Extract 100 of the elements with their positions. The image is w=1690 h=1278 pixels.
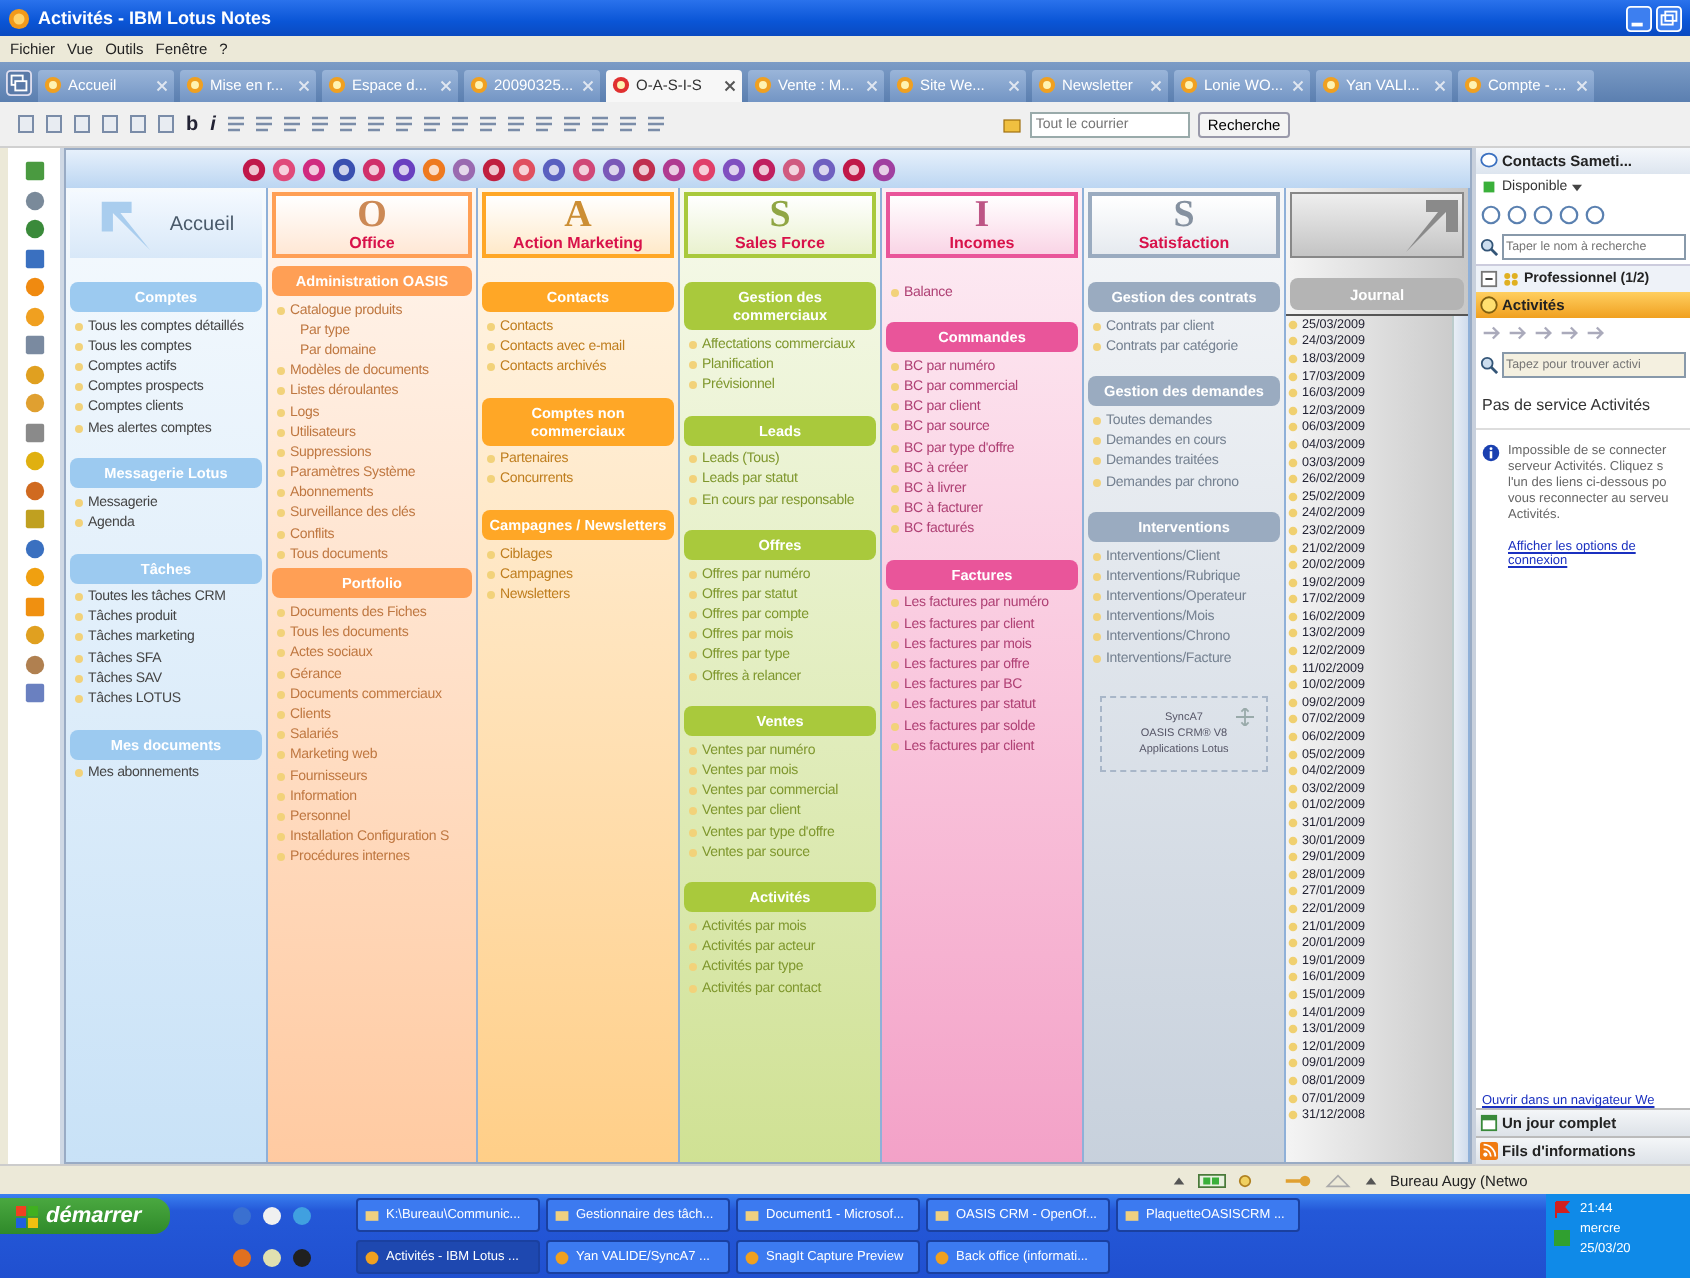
square-icon[interactable] bbox=[23, 421, 45, 443]
circle-icon[interactable] bbox=[23, 276, 45, 298]
close-icon[interactable] bbox=[724, 79, 736, 91]
restore-button[interactable] bbox=[1656, 5, 1682, 31]
format-button[interactable]: b bbox=[184, 113, 201, 135]
column-title[interactable]: Satisfaction bbox=[1138, 234, 1230, 252]
circle-icon[interactable] bbox=[571, 157, 595, 181]
format-icon[interactable] bbox=[365, 114, 386, 134]
square-icon[interactable] bbox=[23, 334, 45, 356]
arrow-icon[interactable] bbox=[1506, 322, 1528, 344]
column-title[interactable]: Incomes bbox=[949, 234, 1015, 252]
window-icon bbox=[934, 1207, 950, 1223]
circle-icon[interactable] bbox=[241, 157, 265, 181]
minimize-button[interactable] bbox=[1626, 5, 1652, 31]
folder-icon[interactable] bbox=[1001, 114, 1022, 134]
bullet-icon bbox=[688, 921, 698, 932]
bullet-icon bbox=[890, 639, 900, 650]
column-title[interactable]: Sales Force bbox=[735, 234, 825, 252]
feed-icon bbox=[1480, 1142, 1498, 1160]
tool-icon[interactable] bbox=[1506, 204, 1528, 226]
caret-icon[interactable] bbox=[1571, 183, 1582, 191]
tool-icon[interactable] bbox=[1480, 204, 1502, 226]
column-header[interactable]: A Action Marketing bbox=[482, 192, 674, 258]
circle-icon[interactable] bbox=[271, 157, 295, 181]
circle-icon[interactable] bbox=[601, 157, 625, 181]
square-icon[interactable] bbox=[23, 682, 45, 704]
format-icon[interactable] bbox=[561, 114, 582, 134]
circle-icon[interactable] bbox=[511, 157, 535, 181]
circle-icon[interactable] bbox=[691, 157, 715, 181]
bullet-icon bbox=[276, 791, 286, 802]
format-icon[interactable] bbox=[533, 114, 554, 134]
column-title[interactable]: Action Marketing bbox=[513, 234, 643, 252]
column-title[interactable]: Accueil bbox=[169, 216, 235, 234]
circle-icon[interactable] bbox=[781, 157, 805, 181]
circle-icon[interactable] bbox=[301, 157, 325, 181]
square-icon[interactable] bbox=[23, 595, 45, 617]
circle-icon[interactable] bbox=[361, 157, 385, 181]
column-header[interactable] bbox=[1290, 192, 1464, 258]
format-icon[interactable] bbox=[505, 114, 526, 134]
bullet-icon bbox=[688, 962, 698, 973]
format-icon[interactable] bbox=[309, 114, 330, 134]
bullet-icon bbox=[74, 517, 84, 528]
circle-icon[interactable] bbox=[23, 537, 45, 559]
format-icon[interactable] bbox=[617, 114, 638, 134]
circle-icon[interactable] bbox=[541, 157, 565, 181]
format-icon[interactable] bbox=[421, 114, 442, 134]
circle-icon[interactable] bbox=[23, 218, 45, 240]
column-header[interactable]: S Satisfaction bbox=[1088, 192, 1280, 258]
start-button[interactable]: démarrer bbox=[0, 1198, 170, 1234]
format-icon[interactable] bbox=[477, 114, 498, 134]
bullet-icon bbox=[1288, 921, 1298, 932]
windows-icon[interactable] bbox=[6, 69, 32, 95]
circle-icon[interactable] bbox=[841, 157, 865, 181]
circle-icon[interactable] bbox=[451, 157, 475, 181]
circle-icon[interactable] bbox=[751, 157, 775, 181]
tool-icon[interactable] bbox=[1532, 204, 1554, 226]
column-title[interactable]: Office bbox=[349, 234, 395, 252]
circle-icon[interactable] bbox=[391, 157, 415, 181]
format-icon[interactable] bbox=[253, 114, 274, 134]
bullet-icon bbox=[890, 402, 900, 413]
format-icon[interactable] bbox=[281, 114, 302, 134]
circle-icon[interactable] bbox=[631, 157, 655, 181]
scrollbar[interactable] bbox=[1452, 316, 1468, 1162]
collapse-icon[interactable] bbox=[1480, 270, 1498, 288]
circle-icon[interactable] bbox=[331, 157, 355, 181]
tool-icon[interactable] bbox=[1584, 204, 1606, 226]
up-arrow-icon[interactable] bbox=[1172, 1173, 1186, 1187]
flag-icon[interactable] bbox=[1552, 1200, 1572, 1220]
square-icon[interactable] bbox=[23, 247, 45, 269]
column-header[interactable]: I Incomes bbox=[886, 192, 1078, 258]
circle-icon[interactable] bbox=[721, 157, 745, 181]
tool-icon[interactable] bbox=[1558, 204, 1580, 226]
square-icon[interactable] bbox=[23, 160, 45, 182]
format-icon[interactable] bbox=[337, 114, 358, 134]
column-header[interactable]: O Office bbox=[272, 192, 472, 258]
bullet-icon bbox=[1288, 783, 1298, 794]
format-icon[interactable] bbox=[225, 114, 246, 134]
column-header[interactable]: S Sales Force bbox=[684, 192, 876, 258]
circle-icon[interactable] bbox=[661, 157, 685, 181]
bullet-icon bbox=[486, 589, 496, 600]
circle-icon[interactable] bbox=[811, 157, 835, 181]
arrow-icon[interactable] bbox=[1558, 322, 1580, 344]
arrow-icon[interactable] bbox=[1480, 322, 1502, 344]
circle-icon[interactable] bbox=[481, 157, 505, 181]
format-icon[interactable] bbox=[645, 114, 666, 134]
calendar-icon bbox=[1480, 1114, 1498, 1132]
bullet-icon bbox=[1288, 732, 1298, 743]
circle-icon[interactable] bbox=[23, 479, 45, 501]
circle-icon[interactable] bbox=[23, 189, 45, 211]
circle-icon[interactable] bbox=[871, 157, 895, 181]
page-icon bbox=[186, 76, 204, 94]
format-icon[interactable] bbox=[393, 114, 414, 134]
square-icon[interactable] bbox=[23, 508, 45, 530]
format-icon[interactable] bbox=[449, 114, 470, 134]
up-arrow-icon[interactable] bbox=[1364, 1173, 1378, 1187]
format-button[interactable]: i bbox=[208, 113, 218, 135]
format-icon[interactable] bbox=[589, 114, 610, 134]
arrow-icon[interactable] bbox=[1584, 322, 1606, 344]
circle-icon[interactable] bbox=[23, 653, 45, 675]
arrow-icon[interactable] bbox=[1532, 322, 1554, 344]
